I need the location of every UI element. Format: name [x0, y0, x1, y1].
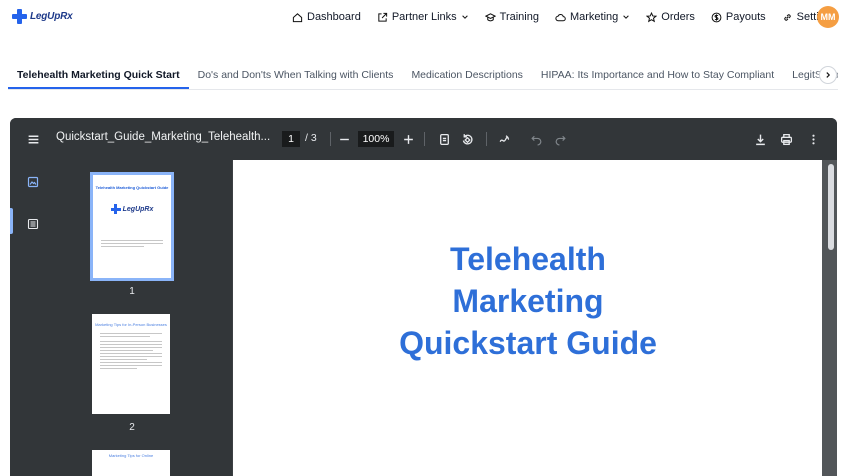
toolbar-divider [424, 132, 425, 146]
toolbar-divider [330, 132, 331, 146]
page-total: / 3 [305, 132, 317, 144]
cross-logo-icon [12, 9, 27, 24]
pdf-filename: Quickstart_Guide_Marketing_Telehealth... [56, 131, 271, 143]
thumbnail-2-title: Marketing Tips for In-Person Businesses [95, 322, 167, 327]
top-navigation: LegUpRx Dashboard Partner Links Training… [0, 0, 853, 34]
tab-medication-descriptions[interactable]: Medication Descriptions [402, 62, 531, 89]
thumbnail-page-3[interactable]: Marketing Tips for Online [92, 450, 170, 476]
fit-page-icon[interactable] [436, 131, 452, 147]
thumbnail-1-fine-print [101, 240, 163, 247]
tab-dos-and-donts[interactable]: Do's and Don'ts When Talking with Client… [189, 62, 403, 89]
chevron-right-icon [826, 72, 831, 78]
tabs-scroll-right-button[interactable] [819, 66, 837, 84]
nav-orders-label: Orders [661, 11, 695, 23]
thumbnail-3-title: Marketing Tips for Online [108, 453, 154, 458]
thumbnail-1-logo: LegUpRx [93, 204, 171, 214]
more-options-icon[interactable] [805, 131, 821, 147]
zoom-out-icon[interactable] [336, 131, 352, 147]
pdf-page-area[interactable]: Telehealth Marketing Quickstart Guide [232, 160, 837, 476]
chevron-down-icon [623, 15, 630, 19]
nav-dashboard-label: Dashboard [307, 11, 361, 23]
document-outline-icon[interactable] [27, 218, 39, 230]
chevron-down-icon [461, 15, 468, 19]
thumbnail-page-2[interactable]: Marketing Tips for In-Person Businesses [92, 314, 170, 414]
brand-logo[interactable]: LegUpRx [12, 9, 73, 24]
document-title-line-1: Telehealth [450, 241, 606, 277]
nav-training-label: Training [499, 11, 539, 23]
redo-icon[interactable] [552, 131, 568, 147]
page-number-input[interactable]: 1 [282, 131, 300, 147]
thumbnail-page-1[interactable]: Telehealth Marketing Quickstart Guide Le… [90, 172, 174, 281]
nav-payouts[interactable]: Payouts [703, 0, 774, 34]
cloud-icon [555, 13, 566, 21]
document-title-line-3: Quickstart Guide [399, 325, 657, 361]
nav-dashboard[interactable]: Dashboard [284, 0, 369, 34]
zoom-in-icon[interactable] [400, 131, 416, 147]
guide-tabs: Telehealth Marketing Quick Start Do's an… [8, 62, 838, 90]
nav-items: Dashboard Partner Links Training Marketi… [284, 0, 844, 34]
nav-partner-links[interactable]: Partner Links [369, 0, 477, 34]
nav-orders[interactable]: Orders [638, 0, 703, 34]
user-avatar[interactable]: MM [817, 6, 839, 28]
document-title-line-2: Marketing [452, 283, 604, 319]
thumbnail-1-number: 1 [129, 286, 135, 297]
thumbnail-1-logo-text: LegUpRx [122, 205, 154, 213]
page-scrollbar[interactable] [828, 164, 834, 250]
home-icon [292, 12, 303, 22]
nav-marketing[interactable]: Marketing [547, 0, 638, 34]
thumbnails-icon[interactable] [27, 176, 39, 188]
pdf-viewer: Quickstart_Guide_Marketing_Telehealth...… [10, 118, 837, 476]
brand-name: LegUpRx [30, 11, 73, 22]
nav-marketing-label: Marketing [569, 11, 619, 23]
external-link-icon [378, 12, 387, 22]
star-icon [646, 11, 658, 22]
pdf-page-1: Telehealth Marketing Quickstart Guide [232, 160, 822, 476]
cross-logo-icon [110, 204, 121, 214]
menu-icon[interactable] [25, 131, 41, 147]
thumbnail-panel: Telehealth Marketing Quickstart Guide Le… [50, 160, 232, 476]
print-icon[interactable] [778, 131, 794, 147]
rotate-icon[interactable] [459, 131, 475, 147]
download-icon[interactable] [752, 131, 768, 147]
annotate-icon[interactable] [496, 131, 512, 147]
tab-telehealth-quick-start[interactable]: Telehealth Marketing Quick Start [8, 62, 189, 89]
thumbnail-2-number: 2 [129, 422, 135, 433]
toolbar-divider [486, 132, 487, 146]
viewer-side-rail [10, 160, 50, 476]
undo-icon[interactable] [528, 131, 544, 147]
link-icon [783, 13, 791, 21]
thumbnail-2-body [100, 333, 162, 369]
tab-hipaa[interactable]: HIPAA: Its Importance and How to Stay Co… [532, 62, 783, 89]
graduation-cap-icon [484, 12, 496, 21]
zoom-level-input[interactable]: 100% [358, 131, 394, 147]
rail-active-indicator [10, 208, 13, 234]
nav-partner-links-label: Partner Links [391, 11, 457, 23]
nav-payouts-label: Payouts [725, 11, 766, 23]
document-title: Telehealth Marketing Quickstart Guide [233, 238, 823, 364]
dollar-circle-icon [711, 12, 722, 22]
nav-training[interactable]: Training [477, 0, 547, 34]
pdf-toolbar: Quickstart_Guide_Marketing_Telehealth...… [10, 118, 837, 160]
thumbnail-1-title: Telehealth Marketing Quickstart Guide [95, 185, 169, 190]
